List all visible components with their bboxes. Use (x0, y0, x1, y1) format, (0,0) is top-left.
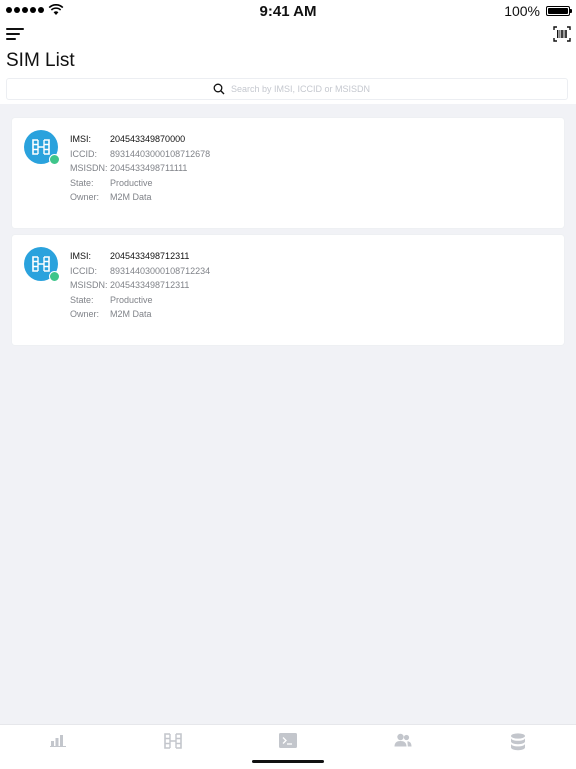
home-indicator (252, 760, 324, 763)
msisdn-value: 2045433498712311 (110, 280, 190, 290)
iccid-value: 89314403000108712678 (110, 149, 211, 159)
barcode-scan-icon[interactable] (553, 26, 571, 42)
state-label: State: (70, 178, 94, 188)
msisdn-label: MSISDN: (70, 163, 108, 173)
owner-label: Owner: (70, 192, 100, 202)
imsi-value: 204543349870000 (110, 134, 186, 144)
state-value: Productive (110, 178, 153, 188)
msisdn-value: 2045433498711111 (110, 163, 188, 173)
tab-users[interactable] (345, 725, 460, 757)
status-time: 9:41 AM (259, 3, 317, 20)
state-label: State: (70, 295, 94, 305)
tab-terminal[interactable] (230, 725, 345, 757)
imsi-value: 2045433498712311 (110, 251, 190, 261)
iccid-value: 89314403000108712234 (110, 266, 211, 276)
terminal-icon (278, 733, 297, 748)
state-value: Productive (110, 295, 153, 305)
page-title: SIM List (6, 50, 75, 71)
imsi-label: IMSI: (70, 134, 92, 144)
tab-bar (0, 724, 576, 769)
sim-status-dot (49, 154, 60, 165)
sim-card[interactable]: IMSI: 204543349870000 ICCID: 89314403000… (12, 118, 564, 228)
msisdn-label: MSISDN: (70, 280, 108, 290)
tab-sims[interactable] (115, 725, 230, 757)
status-bar: 9:41 AM 100% (0, 0, 576, 22)
search-icon (213, 83, 225, 95)
sim-status-dot (49, 271, 60, 282)
sim-icon (32, 139, 50, 155)
sim-card[interactable]: IMSI: 2045433498712311 ICCID: 8931440300… (12, 235, 564, 345)
search-bar[interactable] (6, 78, 568, 100)
bar-chart-icon (49, 735, 66, 747)
owner-value: M2M Data (110, 309, 152, 319)
menu-icon[interactable] (6, 28, 26, 42)
owner-label: Owner: (70, 309, 100, 319)
search-input[interactable] (231, 81, 531, 97)
iccid-label: ICCID: (70, 266, 97, 276)
tab-statistics[interactable] (0, 725, 115, 757)
battery-icon (546, 6, 572, 16)
owner-value: M2M Data (110, 192, 152, 202)
imsi-label: IMSI: (70, 251, 92, 261)
header: SIM List (0, 22, 576, 104)
sim-icon (32, 256, 50, 272)
tab-data[interactable] (460, 725, 575, 757)
battery-percentage: 100% (504, 3, 540, 19)
sim-icon (163, 733, 182, 749)
iccid-label: ICCID: (70, 149, 97, 159)
users-icon (394, 733, 411, 747)
database-icon (510, 733, 525, 751)
